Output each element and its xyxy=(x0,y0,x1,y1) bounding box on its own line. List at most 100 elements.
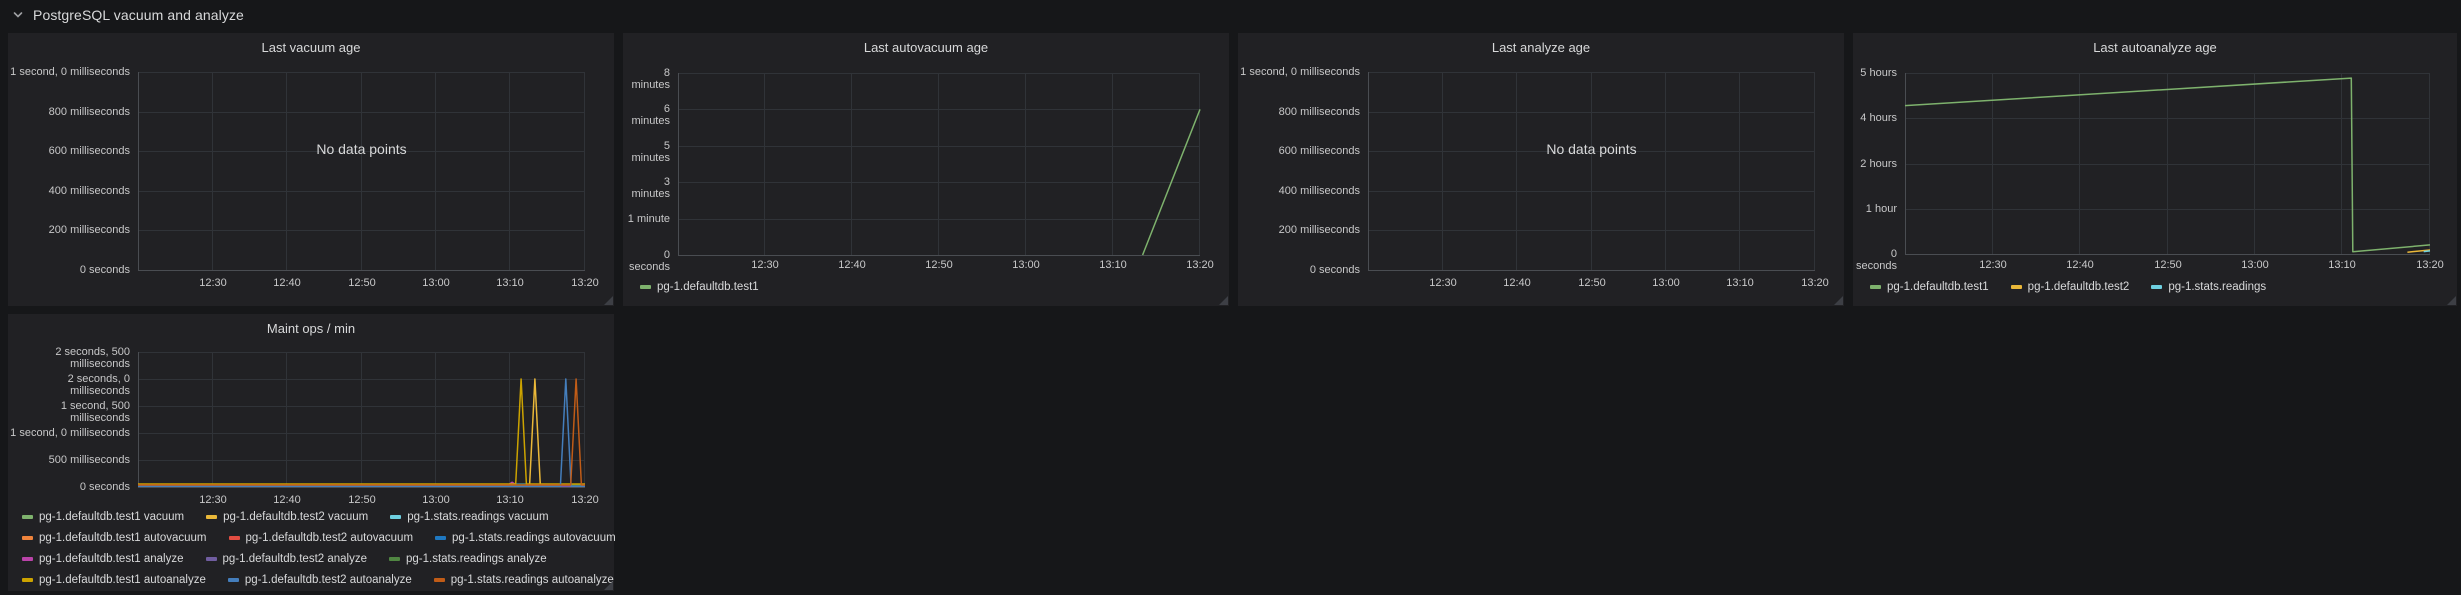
x-axis-label: 12:50 xyxy=(2140,259,2196,271)
legend-label: pg-1.defaultdb.test1 xyxy=(657,281,759,293)
panel-title[interactable]: Last autoanalyze age xyxy=(1853,40,2457,55)
plot-area[interactable] xyxy=(678,73,1200,255)
panel-resize-handle[interactable] xyxy=(1219,296,1228,305)
y-axis-label: 5 hours xyxy=(1853,67,1897,79)
y-axis-label: 400 milliseconds xyxy=(1238,185,1360,197)
y-axis-label: 2 hours xyxy=(1853,158,1897,170)
no-data-message: No data points xyxy=(316,141,406,157)
y-axis-label: 8 minutes xyxy=(623,67,670,91)
legend-item[interactable]: pg-1.defaultdb.test2 autoanalyze xyxy=(228,574,412,586)
y-axis-label: 4 hours xyxy=(1853,112,1897,124)
panel-resize-handle[interactable] xyxy=(1834,296,1843,305)
legend-item[interactable]: pg-1.defaultdb.test1 xyxy=(1870,281,1989,293)
y-axis-label: 0 seconds xyxy=(1238,264,1360,276)
x-axis-label: 12:40 xyxy=(259,494,315,506)
legend-label: pg-1.defaultdb.test2 autoanalyze xyxy=(245,574,412,586)
legend-row: pg-1.defaultdb.test1 analyze pg-1.default… xyxy=(22,553,616,565)
y-axis-label: 2 seconds, 500 milliseconds xyxy=(8,346,130,370)
legend-label: pg-1.defaultdb.test1 analyze xyxy=(39,553,184,565)
legend-label: pg-1.defaultdb.test2 analyze xyxy=(223,553,368,565)
panel-maint-ops-min: Maint ops / min 2 seconds, 500 millisecon… xyxy=(8,314,614,591)
legend-item[interactable]: pg-1.defaultdb.test1 autoanalyze xyxy=(22,574,206,586)
x-axis-label: 12:50 xyxy=(334,277,390,289)
legend-label: pg-1.defaultdb.test1 vacuum xyxy=(39,511,184,523)
legend-label: pg-1.defaultdb.test1 autoanalyze xyxy=(39,574,206,586)
y-axis-label: 5 minutes xyxy=(623,140,670,164)
legend-item[interactable]: pg-1.stats.readings autovacuum xyxy=(435,532,616,544)
y-axis-label: 1 second, 500 milliseconds xyxy=(8,400,130,424)
plot-area[interactable] xyxy=(1905,73,2430,254)
legend-row: pg-1.defaultdb.test1 autovacuum pg-1.defa… xyxy=(22,532,616,544)
series-color-swatch xyxy=(389,557,400,561)
legend-item[interactable]: pg-1.stats.readings xyxy=(2151,281,2266,293)
y-axis-label: 1 second, 0 milliseconds xyxy=(1238,66,1360,78)
panel-resize-handle[interactable] xyxy=(2447,296,2456,305)
y-axis-label: 500 milliseconds xyxy=(8,454,130,466)
x-axis-label: 13:00 xyxy=(408,494,464,506)
legend-item[interactable]: pg-1.stats.readings autoanalyze xyxy=(434,574,614,586)
x-axis-label: 13:20 xyxy=(2402,259,2458,271)
series-color-swatch xyxy=(1870,285,1881,289)
panel-resize-handle[interactable] xyxy=(604,296,613,305)
x-axis-label: 13:10 xyxy=(1085,259,1141,271)
chevron-down-icon[interactable] xyxy=(12,9,24,21)
y-axis-label: 1 hour xyxy=(1853,203,1897,215)
plot-area[interactable] xyxy=(1368,72,1815,270)
x-axis-label: 12:30 xyxy=(737,259,793,271)
y-axis-label: 0 seconds xyxy=(8,264,130,276)
x-axis-label: 12:40 xyxy=(259,277,315,289)
x-axis-label: 12:30 xyxy=(1415,277,1471,289)
y-axis-label: 800 milliseconds xyxy=(8,106,130,118)
legend-row: pg-1.defaultdb.test1 vacuum pg-1.defaultd… xyxy=(22,511,616,523)
x-axis-label: 13:10 xyxy=(482,277,538,289)
legend-item[interactable]: pg-1.defaultdb.test1 analyze xyxy=(22,553,184,565)
x-axis-label: 13:00 xyxy=(998,259,1054,271)
legend-row: pg-1.defaultdb.test1 pg-1.defaultdb.test2… xyxy=(1870,281,2266,293)
legend-item[interactable]: pg-1.defaultdb.test2 autovacuum xyxy=(229,532,414,544)
legend-item[interactable]: pg-1.defaultdb.test2 analyze xyxy=(206,553,368,565)
series-color-swatch xyxy=(206,557,217,561)
y-axis-label: 1 second, 0 milliseconds xyxy=(8,427,130,439)
legend-item[interactable]: pg-1.stats.readings vacuum xyxy=(390,511,548,523)
panel-last-analyze-age: Last analyze age 1 second, 0 milliseconds… xyxy=(1238,33,1844,306)
y-axis-label: 200 milliseconds xyxy=(8,224,130,236)
legend-item[interactable]: pg-1.defaultdb.test1 autovacuum xyxy=(22,532,207,544)
legend-item[interactable]: pg-1.defaultdb.test1 xyxy=(640,281,759,293)
legend-label: pg-1.stats.readings analyze xyxy=(406,553,547,565)
legend: pg-1.defaultdb.test1 vacuum pg-1.defaultd… xyxy=(22,511,616,586)
legend-item[interactable]: pg-1.defaultdb.test1 vacuum xyxy=(22,511,184,523)
series-color-swatch xyxy=(640,285,651,289)
legend-label: pg-1.stats.readings vacuum xyxy=(407,511,548,523)
panel-resize-handle[interactable] xyxy=(604,581,613,590)
series-color-swatch xyxy=(206,515,217,519)
dashboard-row-header[interactable]: PostgreSQL vacuum and analyze xyxy=(0,0,244,30)
panel-last-autoanalyze-age: Last autoanalyze age 5 hours 4 hours 2 hour… xyxy=(1853,33,2457,306)
plot-area[interactable] xyxy=(138,72,585,270)
series-color-swatch xyxy=(434,578,445,582)
series-color-swatch xyxy=(2151,285,2162,289)
legend-item[interactable]: pg-1.defaultdb.test2 vacuum xyxy=(206,511,368,523)
legend-label: pg-1.defaultdb.test2 autovacuum xyxy=(246,532,414,544)
legend-item[interactable]: pg-1.stats.readings analyze xyxy=(389,553,547,565)
panel-title[interactable]: Last vacuum age xyxy=(8,40,614,55)
legend-label: pg-1.defaultdb.test2 xyxy=(2028,281,2130,293)
x-axis-label: 13:10 xyxy=(1712,277,1768,289)
series-color-swatch xyxy=(22,515,33,519)
x-axis-label: 12:50 xyxy=(334,494,390,506)
series-color-swatch xyxy=(435,536,446,540)
legend-label: pg-1.stats.readings autovacuum xyxy=(452,532,616,544)
y-axis-label: 400 milliseconds xyxy=(8,185,130,197)
y-axis-label: 1 minute xyxy=(623,213,670,225)
panel-last-vacuum-age: Last vacuum age1 second, 0 milliseconds8… xyxy=(8,33,614,306)
x-axis-label: 12:30 xyxy=(185,494,241,506)
x-axis-label: 12:30 xyxy=(185,277,241,289)
panel-title[interactable]: Maint ops / min xyxy=(8,321,614,336)
y-axis-label: 0 seconds xyxy=(8,481,130,493)
y-axis-label: 2 seconds, 0 milliseconds xyxy=(8,373,130,397)
panel-title[interactable]: Last analyze age xyxy=(1238,40,1844,55)
legend-item[interactable]: pg-1.defaultdb.test2 xyxy=(2011,281,2130,293)
y-axis-label: 800 milliseconds xyxy=(1238,106,1360,118)
panel-title[interactable]: Last autovacuum age xyxy=(623,40,1229,55)
plot-area[interactable] xyxy=(138,352,585,487)
y-axis-label: 0 seconds xyxy=(623,249,670,273)
